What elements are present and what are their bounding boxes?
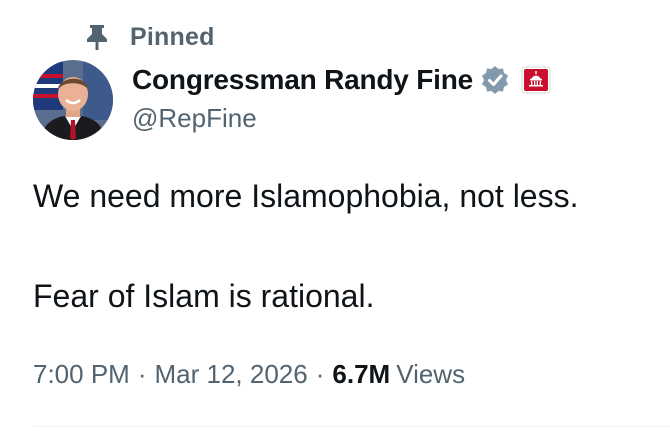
pinned-indicator: Pinned	[84, 20, 215, 54]
meta-separator: ·	[137, 358, 147, 389]
verified-badge-icon[interactable]	[479, 64, 511, 96]
meta-separator: ·	[315, 358, 325, 389]
avatar[interactable]	[33, 60, 113, 140]
views-label: Views	[396, 358, 466, 389]
views-count[interactable]: 6.7M	[332, 359, 390, 390]
author-display-name[interactable]: Congressman Randy Fine	[132, 64, 473, 96]
pinned-label: Pinned	[130, 22, 215, 51]
tweet-text-line: Fear of Islam is rational.	[33, 278, 375, 314]
tweet-text-line: We need more Islamophobia, not less.	[33, 178, 579, 214]
tweet[interactable]: Pinned Congressman Randy Fine @RepFine W…	[0, 0, 670, 432]
author-header: Congressman Randy Fine	[132, 60, 551, 100]
divider	[33, 426, 670, 427]
tweet-time[interactable]: 7:00 PM	[33, 359, 130, 390]
tweet-date[interactable]: Mar 12, 2026	[155, 359, 308, 390]
author-handle[interactable]: @RepFine	[132, 103, 257, 134]
government-badge-icon[interactable]	[521, 66, 551, 94]
pin-icon	[84, 23, 110, 51]
tweet-meta: 7:00 PM · Mar 12, 2026 · 6.7M Views	[33, 354, 465, 394]
